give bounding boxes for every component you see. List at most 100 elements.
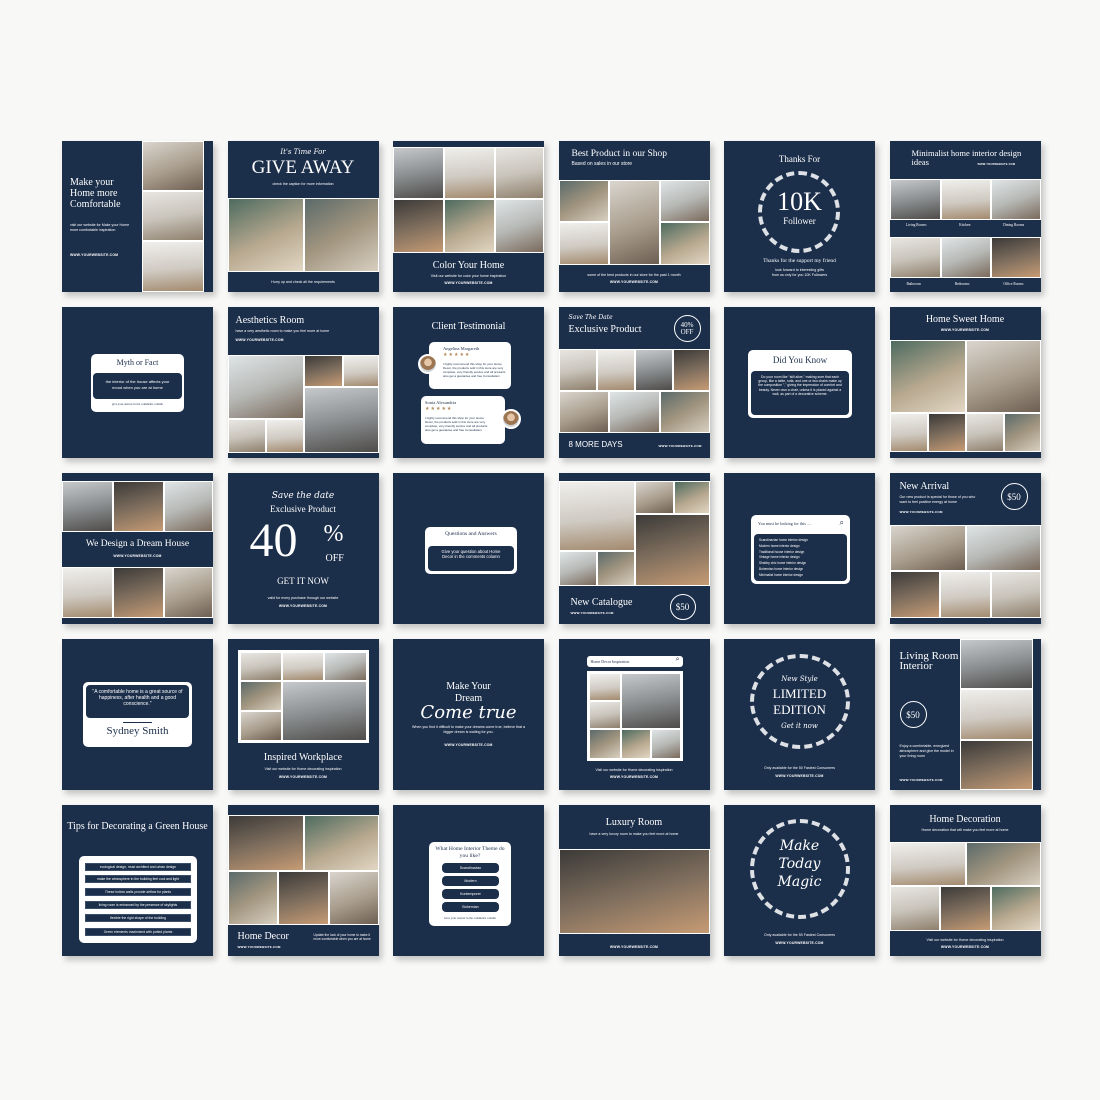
discount-badge: 40% OFF — [673, 315, 701, 342]
tile-home-sweet-home[interactable]: Home Sweet Home WWW.YOURWEBSITE.COM — [889, 307, 1041, 458]
poll-option[interactable]: Scandinavian — [442, 863, 499, 873]
countdown: 8 MORE DAYS — [568, 440, 623, 449]
title-line-2: EDITION — [773, 702, 826, 717]
search-icon[interactable]: ⌕ — [676, 656, 680, 664]
title: Exclusive Product — [568, 324, 642, 335]
search-card: You must be looking for this .... ⌕ Scan… — [751, 515, 850, 584]
photo — [227, 419, 266, 453]
title: Make your Home more Comfortable — [70, 177, 121, 210]
search-input[interactable]: You must be looking for this .... — [758, 521, 811, 526]
qa-card: Questions and Answers Give your question… — [425, 527, 517, 574]
subtitle: valid for every purchase through our web… — [267, 596, 339, 600]
photo — [620, 673, 681, 729]
title: Inspired Workplace — [263, 752, 343, 763]
website: WWW.YOURWEBSITE.COM — [237, 945, 281, 949]
photo — [227, 355, 304, 419]
tile-new-arrival[interactable]: New Arrival Our new product is special f… — [889, 473, 1041, 624]
photo — [588, 673, 621, 701]
tile-thanks-10k[interactable]: Thanks For 10K Follower Thanks for the s… — [724, 141, 875, 292]
search-bar[interactable]: Home Decor Inspiration ⌕ — [586, 656, 683, 667]
tips-card: ecological design, must architect and ur… — [79, 856, 197, 943]
author: Sydney Smith — [106, 725, 169, 737]
tile-minimalist-ideas[interactable]: Minimalist home interior design ideas WW… — [889, 141, 1041, 292]
tile-limited-edition[interactable]: New Style LIMITED EDITION Get it now Onl… — [724, 639, 875, 790]
tile-40-off[interactable]: Save the date Exclusive Product 40 % OFF… — [227, 473, 379, 624]
photo — [673, 481, 710, 514]
subtitle: Based on sales in our store — [571, 161, 633, 167]
photo — [239, 652, 282, 681]
website: WWW.YOURWEBSITE.COM — [609, 945, 659, 949]
tile-dream-house[interactable]: We Design a Dream House WWW.YOURWEBSITE.… — [62, 473, 213, 624]
price-badge: $50 — [669, 594, 696, 620]
review-text: I highly recommend this shop for your Ho… — [443, 362, 506, 378]
review-card: Sonia Alexandria ★★★★★ I highly recommen… — [421, 396, 505, 444]
photo — [659, 180, 710, 222]
website: WWW.YOURWEBSITE.COM — [609, 775, 659, 779]
tile-make-today-magic[interactable]: Make Today Magic Only available for the … — [724, 805, 875, 956]
poll-option[interactable]: Bohemian — [442, 902, 499, 912]
big-label: Follower — [783, 216, 816, 226]
photo — [634, 481, 674, 514]
tip-item: flexible the rigid shape of the building — [85, 914, 191, 922]
body-text: Enjoy a comfortable, energized atmospher… — [899, 744, 954, 758]
photo — [959, 740, 1033, 790]
website: WWW.YOURWEBSITE.COM — [444, 743, 493, 747]
tip-item: Green elements maximized with potted pla… — [85, 928, 191, 936]
tile-inspired-workplace[interactable]: Inspired Workplace Visit our website for… — [227, 639, 379, 790]
subtitle: When you find it difficult to make your … — [412, 725, 525, 734]
tile-green-house-tips[interactable]: Tips for Decorating a Green House ecolog… — [62, 805, 213, 956]
tile-aesthetics-room[interactable]: Aesthetics Room have a very aesthetic ro… — [227, 307, 379, 458]
photo — [323, 652, 367, 681]
photo — [495, 147, 544, 199]
title: Best Product in our Shop — [571, 149, 668, 159]
photo — [393, 199, 444, 253]
title: GIVE AWAY — [251, 157, 355, 178]
tile-home-decor[interactable]: Home Decor WWW.YOURWEBSITE.COM Update th… — [227, 805, 379, 956]
tile-give-away[interactable]: It's Time For GIVE AWAY check the captio… — [227, 141, 379, 292]
search-input[interactable]: Home Decor Inspiration — [591, 659, 630, 664]
website: WWW.YOURWEBSITE.COM — [278, 775, 328, 779]
tile-living-room-interior[interactable]: Living Room Interior $50 Enjoy a comfort… — [889, 639, 1041, 790]
photo — [659, 222, 710, 265]
tile-home-decoration[interactable]: Home Decoration Home decoration that wil… — [889, 805, 1041, 956]
photo — [965, 413, 1004, 452]
poll-card: What Home Interior Theme do you like? Sc… — [429, 842, 511, 926]
big-number: 10K — [777, 187, 822, 216]
tile-dream-come-true[interactable]: Make Your Dream Come true When you find … — [393, 639, 544, 790]
subtitle: Visit our website for Home decorating in… — [595, 768, 673, 772]
tile-interior-theme-poll[interactable]: What Home Interior Theme do you like? Sc… — [393, 805, 544, 956]
title: Color Your Home — [432, 260, 505, 271]
tile-luxury-room[interactable]: Luxury Room have a very luxury room to m… — [558, 805, 710, 956]
poll-option[interactable]: Kontemporer — [442, 889, 499, 899]
website: WWW.YOURWEBSITE.COM — [113, 554, 162, 558]
photo — [303, 198, 379, 272]
tile-best-product[interactable]: Best Product in our Shop Based on sales … — [558, 141, 710, 292]
photo — [889, 340, 966, 413]
tile-exclusive-product-8-days[interactable]: Save The Date Exclusive Product 40% OFF … — [558, 307, 710, 458]
photo — [588, 701, 621, 729]
photo — [142, 191, 204, 241]
tile-home-decor-inspiration[interactable]: Home Decor Inspiration ⌕ Visit our websi… — [558, 639, 710, 790]
title: Did You Know — [772, 355, 828, 365]
tile-color-your-home[interactable]: Color Your Home Visit our website for co… — [393, 141, 544, 292]
quiz-card: Myth or Fact the interior of the house a… — [91, 354, 184, 412]
footer-text: some of the best products in our store f… — [587, 273, 681, 277]
tile-myth-or-fact[interactable]: Myth or Fact the interior of the house a… — [62, 307, 213, 458]
photo — [558, 481, 635, 551]
photo — [142, 241, 204, 292]
footer-text: give your answer in the comments column — [112, 402, 163, 406]
badge-off: OFF — [680, 327, 694, 336]
photo — [558, 551, 597, 586]
search-icon[interactable]: ⌕ — [840, 518, 844, 528]
poll-option[interactable]: Modern — [442, 876, 499, 886]
tile-client-testimonial[interactable]: Client Testimonial Angelina Margareth ★★… — [393, 307, 544, 458]
subtitle: Our new product is special for those of … — [899, 495, 976, 504]
tile-make-home-comfortable[interactable]: Make your Home more Comfortable visit ou… — [62, 141, 213, 292]
tile-search-suggestions[interactable]: You must be looking for this .... ⌕ Scan… — [724, 473, 875, 624]
suggestion-item[interactable]: Minimalist home interior design — [759, 573, 842, 579]
tile-quote-sydney-smith[interactable]: "A comfortable home is a great source of… — [62, 639, 213, 790]
tile-questions-answers[interactable]: Questions and Answers Give your question… — [393, 473, 544, 624]
tile-new-catalogue[interactable]: New Catalogue WWW.YOURWEBSITE.COM $50 — [558, 473, 710, 624]
tile-did-you-know[interactable]: Did You Know Do your room like "still al… — [724, 307, 875, 458]
website: WWW.YOURWEBSITE.COM — [899, 510, 943, 514]
